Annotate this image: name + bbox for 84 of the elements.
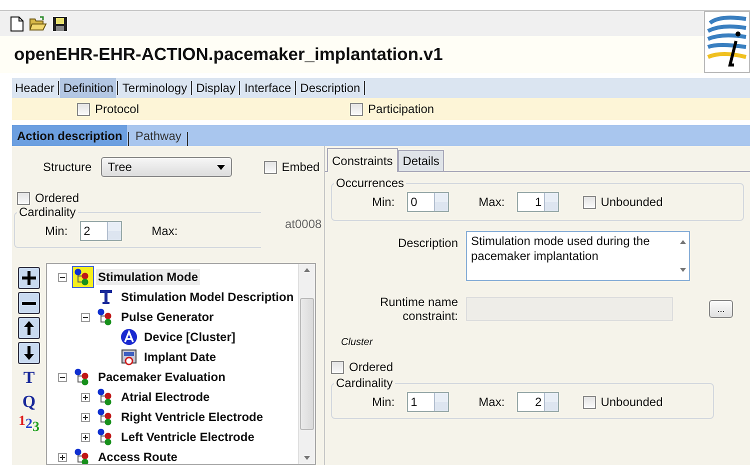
occurrences-title: Occurrences: [335, 176, 406, 190]
max-label: Max:: [152, 224, 178, 238]
cardinality-title: Cardinality: [335, 376, 394, 390]
embedded-checkbox[interactable]: [264, 160, 277, 174]
tree-item[interactable]: Stimulation Model Description: [119, 289, 296, 305]
structure-dropdown[interactable]: Tree: [100, 157, 232, 177]
section-checkbox[interactable]: [77, 102, 90, 116]
tree-item[interactable]: Device [Cluster]: [142, 329, 238, 345]
ordered-label: Ordered: [349, 360, 394, 374]
description-field[interactable]: Stimulation mode used during the pacemaker implantation: [466, 231, 690, 281]
numbers-icon[interactable]: 123: [18, 415, 40, 435]
unbounded-checkbox[interactable]: [582, 396, 596, 408]
expander-icon[interactable]: [81, 412, 90, 422]
archetype-title: openEHR-EHR-ACTION.pacemaker_implantation.v1: [14, 44, 443, 65]
minus-icon: [22, 302, 36, 304]
cluster-label: Cluster: [341, 337, 374, 348]
tab[interactable]: Interface: [241, 78, 294, 98]
unbounded-label: Unbounded: [600, 395, 663, 409]
cardinality-title: Cardinality: [18, 205, 77, 219]
open-folder-icon[interactable]: [29, 16, 47, 32]
runtime-name-field[interactable]: [466, 297, 673, 321]
min-spinner[interactable]: 2: [80, 221, 122, 241]
embedded-label: Embed: [282, 160, 320, 174]
plus-icon: [21, 270, 37, 286]
tab[interactable]: Constraints: [327, 148, 398, 172]
scrollbar[interactable]: [298, 264, 315, 464]
glyph-icon[interactable]: T: [23, 367, 35, 389]
min-label: Min:: [45, 224, 68, 238]
tree-item[interactable]: Left Ventricle Electrode: [119, 429, 256, 445]
section-checkbox[interactable]: [350, 102, 364, 116]
description-label: Description: [396, 236, 458, 250]
section-label: Participation: [368, 102, 434, 116]
structure-label: Structure: [43, 160, 92, 174]
tab[interactable]: Action description: [12, 125, 128, 146]
up-arrow-icon: [21, 320, 37, 336]
new-file-icon[interactable]: [10, 16, 24, 32]
section-label: Protocol: [95, 102, 140, 116]
expander-icon[interactable]: [58, 372, 67, 382]
tree-item[interactable]: Atrial Electrode: [119, 389, 212, 405]
tree-item[interactable]: Right Ventricle Electrode: [119, 409, 266, 425]
expander-icon[interactable]: [58, 272, 67, 282]
ordered-checkbox[interactable]: [331, 360, 344, 374]
max-spinner[interactable]: 2: [516, 392, 559, 412]
tree-item[interactable]: Access Route: [96, 449, 180, 464]
runtime-name-label: Runtime name constraint:: [378, 295, 458, 323]
glyph-icon[interactable]: Q: [22, 391, 36, 413]
max-label: Max:: [478, 195, 505, 209]
unbounded-label: Unbounded: [600, 195, 663, 209]
min-spinner[interactable]: 0: [406, 192, 449, 212]
ordered-label: Ordered: [35, 191, 80, 205]
tab[interactable]: Description: [297, 78, 364, 98]
tree-item[interactable]: Pulse Generator: [119, 309, 216, 325]
move-up-button[interactable]: [18, 317, 40, 339]
down-arrow-icon: [21, 345, 37, 361]
unbounded-checkbox[interactable]: [582, 196, 596, 208]
remove-button[interactable]: [18, 292, 40, 314]
caret-icon: [216, 164, 225, 170]
tab[interactable]: Display: [193, 78, 238, 98]
node-code: at0008: [285, 217, 322, 231]
expander-icon[interactable]: [58, 452, 67, 462]
tree-item[interactable]: Pacemaker Evaluation: [96, 369, 228, 385]
expander-icon[interactable]: [81, 312, 90, 322]
expander-icon[interactable]: [81, 392, 90, 402]
tab[interactable]: Details: [398, 150, 444, 171]
ordered-checkbox[interactable]: [17, 192, 30, 204]
choice-icon: [120, 328, 138, 346]
tab[interactable]: Definition: [60, 78, 116, 98]
min-label: Min:: [372, 395, 395, 409]
tab[interactable]: Header: [12, 78, 58, 98]
text-type-icon: [97, 288, 115, 306]
min-spinner[interactable]: 1: [406, 392, 449, 412]
max-label: Max:: [478, 395, 505, 409]
tab[interactable]: Terminology: [119, 78, 190, 98]
calendar-icon: [120, 348, 138, 366]
move-down-button[interactable]: [18, 342, 40, 364]
add-button[interactable]: [18, 267, 40, 289]
min-label: Min:: [372, 195, 395, 209]
tree-item[interactable]: Stimulation Mode: [96, 269, 200, 285]
expander-icon[interactable]: [81, 432, 90, 442]
browse-button[interactable]: ...: [709, 300, 733, 318]
max-spinner[interactable]: 1: [516, 192, 559, 212]
tab[interactable]: Pathway: [130, 125, 186, 146]
tree-item[interactable]: Implant Date: [142, 349, 218, 365]
save-icon[interactable]: [52, 16, 68, 32]
